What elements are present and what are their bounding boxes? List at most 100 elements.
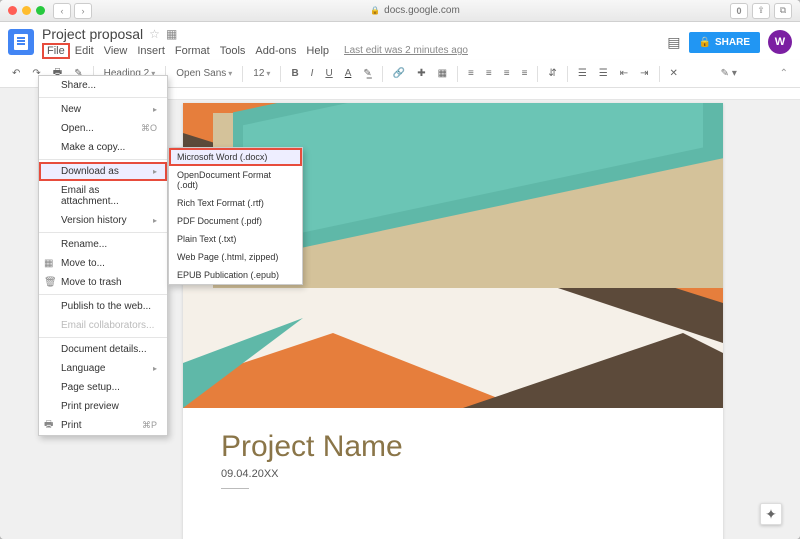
outdent-icon[interactable]: ⇤ xyxy=(616,66,632,81)
separator xyxy=(39,294,167,295)
submenu-txt[interactable]: Plain Text (.txt) xyxy=(169,230,302,248)
nav-arrows: ‹ › xyxy=(53,3,92,19)
address-bar[interactable]: 🔒 docs.google.com xyxy=(100,5,730,16)
bold-button[interactable]: B xyxy=(287,66,302,81)
submenu-docx[interactable]: Microsoft Word (.docx) xyxy=(169,148,302,166)
text-color-button[interactable]: A xyxy=(341,66,356,81)
close-window-icon[interactable] xyxy=(8,6,17,15)
document-title[interactable]: Project proposal xyxy=(42,26,143,42)
submenu-epub[interactable]: EPUB Publication (.epub) xyxy=(169,266,302,284)
share-browser-icon[interactable]: ⇪ xyxy=(752,3,770,19)
submenu-pdf[interactable]: PDF Document (.pdf) xyxy=(169,212,302,230)
menu-open[interactable]: Open...⌘O xyxy=(39,119,167,138)
link-icon[interactable]: 🔗 xyxy=(389,66,409,81)
font-size-dropdown[interactable]: 12 xyxy=(249,66,274,81)
user-avatar[interactable]: W xyxy=(768,30,792,54)
menu-download-as[interactable]: Download as▸ xyxy=(39,162,167,181)
project-title-heading[interactable]: Project Name xyxy=(221,430,723,464)
align-left-icon[interactable]: ≡ xyxy=(464,66,478,81)
menu-new[interactable]: New▸ xyxy=(39,100,167,119)
separator xyxy=(537,66,538,82)
docs-header: Project proposal ☆ ▦ File Edit View Inse… xyxy=(0,22,800,60)
reader-button[interactable]: 0 xyxy=(730,3,748,19)
back-button[interactable]: ‹ xyxy=(53,3,71,19)
window-controls xyxy=(8,6,45,15)
numbered-list-icon[interactable]: ☰ xyxy=(574,66,591,81)
submenu-html[interactable]: Web Page (.html, zipped) xyxy=(169,248,302,266)
menu-addons[interactable]: Add-ons xyxy=(250,44,301,58)
image-icon[interactable]: ▦ xyxy=(434,66,451,81)
underline-button[interactable]: U xyxy=(321,66,336,81)
menu-help[interactable]: Help xyxy=(301,44,334,58)
menu-view[interactable]: View xyxy=(99,44,133,58)
font-dropdown[interactable]: Open Sans xyxy=(172,66,236,81)
comments-icon[interactable]: ▤ xyxy=(667,34,680,51)
menu-move-trash[interactable]: 🗑Move to trash xyxy=(39,273,167,292)
divider xyxy=(221,488,249,489)
separator xyxy=(39,337,167,338)
menu-insert[interactable]: Insert xyxy=(132,44,170,58)
comment-add-icon[interactable]: ✚ xyxy=(413,66,429,81)
lock-icon: 🔒 xyxy=(370,6,380,15)
explore-fab-button[interactable]: ✦ xyxy=(760,503,782,525)
menu-print[interactable]: 🖶Print⌘P xyxy=(39,416,167,435)
separator xyxy=(659,66,660,82)
menu-email-collab: Email collaborators... xyxy=(39,316,167,335)
menu-doc-details[interactable]: Document details... xyxy=(39,340,167,359)
indent-icon[interactable]: ⇥ xyxy=(636,66,652,81)
menu-version-history[interactable]: Version history▸ xyxy=(39,211,167,230)
minimize-window-icon[interactable] xyxy=(22,6,31,15)
url-text: docs.google.com xyxy=(384,5,460,16)
browser-toolbar: ‹ › 🔒 docs.google.com 0 ⇪ ⧉ xyxy=(0,0,800,22)
trash-icon: 🗑 xyxy=(44,277,57,288)
folder-icon[interactable]: ▦ xyxy=(166,27,177,41)
share-label: SHARE xyxy=(715,37,750,48)
star-icon[interactable]: ☆ xyxy=(149,27,160,41)
lock-share-icon: 🔒 xyxy=(699,37,711,48)
menu-edit[interactable]: Edit xyxy=(70,44,99,58)
collapse-toolbar-icon[interactable]: ⌃ xyxy=(776,66,792,81)
print-icon: 🖶 xyxy=(44,417,53,434)
share-button[interactable]: 🔒 SHARE xyxy=(689,32,760,53)
project-date-text[interactable]: 09.04.20XX xyxy=(221,468,723,480)
menu-move-to[interactable]: ▦Move to... xyxy=(39,254,167,273)
menu-rename[interactable]: Rename... xyxy=(39,235,167,254)
submenu-rtf[interactable]: Rich Text Format (.rtf) xyxy=(169,194,302,212)
menu-bar: File Edit View Insert Format Tools Add-o… xyxy=(42,43,667,59)
menu-share[interactable]: Share... xyxy=(39,76,167,95)
menu-publish[interactable]: Publish to the web... xyxy=(39,297,167,316)
menu-file[interactable]: File xyxy=(42,43,70,59)
separator xyxy=(382,66,383,82)
docs-logo-icon[interactable] xyxy=(8,29,34,55)
last-edit-link[interactable]: Last edit was 2 minutes ago xyxy=(344,45,468,56)
menu-email-attachment[interactable]: Email as attachment... xyxy=(39,181,167,211)
maximize-window-icon[interactable] xyxy=(36,6,45,15)
bullet-list-icon[interactable]: ☰ xyxy=(595,66,612,81)
submenu-odt[interactable]: OpenDocument Format (.odt) xyxy=(169,166,302,194)
menu-language[interactable]: Language▸ xyxy=(39,359,167,378)
separator xyxy=(457,66,458,82)
menu-print-preview[interactable]: Print preview xyxy=(39,397,167,416)
menu-tools[interactable]: Tools xyxy=(215,44,251,58)
menu-format[interactable]: Format xyxy=(170,44,215,58)
separator xyxy=(567,66,568,82)
menu-page-setup[interactable]: Page setup... xyxy=(39,378,167,397)
app-window: ‹ › 🔒 docs.google.com 0 ⇪ ⧉ Project prop… xyxy=(0,0,800,539)
italic-button[interactable]: I xyxy=(307,66,318,81)
clear-format-icon[interactable]: ✕ xyxy=(666,66,682,81)
ruler[interactable] xyxy=(165,88,800,100)
undo-button[interactable]: ↶ xyxy=(8,66,24,81)
editing-mode-button[interactable]: ✎ ▾ xyxy=(717,66,741,81)
align-justify-icon[interactable]: ≡ xyxy=(518,66,532,81)
browser-actions: 0 ⇪ ⧉ xyxy=(730,3,792,19)
align-center-icon[interactable]: ≡ xyxy=(482,66,496,81)
line-spacing-icon[interactable]: ⇵ xyxy=(544,66,560,81)
forward-button[interactable]: › xyxy=(74,3,92,19)
separator xyxy=(39,97,167,98)
highlight-button[interactable]: ✎̲ xyxy=(359,66,375,81)
menu-make-copy[interactable]: Make a copy... xyxy=(39,138,167,157)
align-right-icon[interactable]: ≡ xyxy=(500,66,514,81)
separator xyxy=(280,66,281,82)
tabs-icon[interactable]: ⧉ xyxy=(774,3,792,19)
download-submenu: Microsoft Word (.docx) OpenDocument Form… xyxy=(168,147,303,285)
